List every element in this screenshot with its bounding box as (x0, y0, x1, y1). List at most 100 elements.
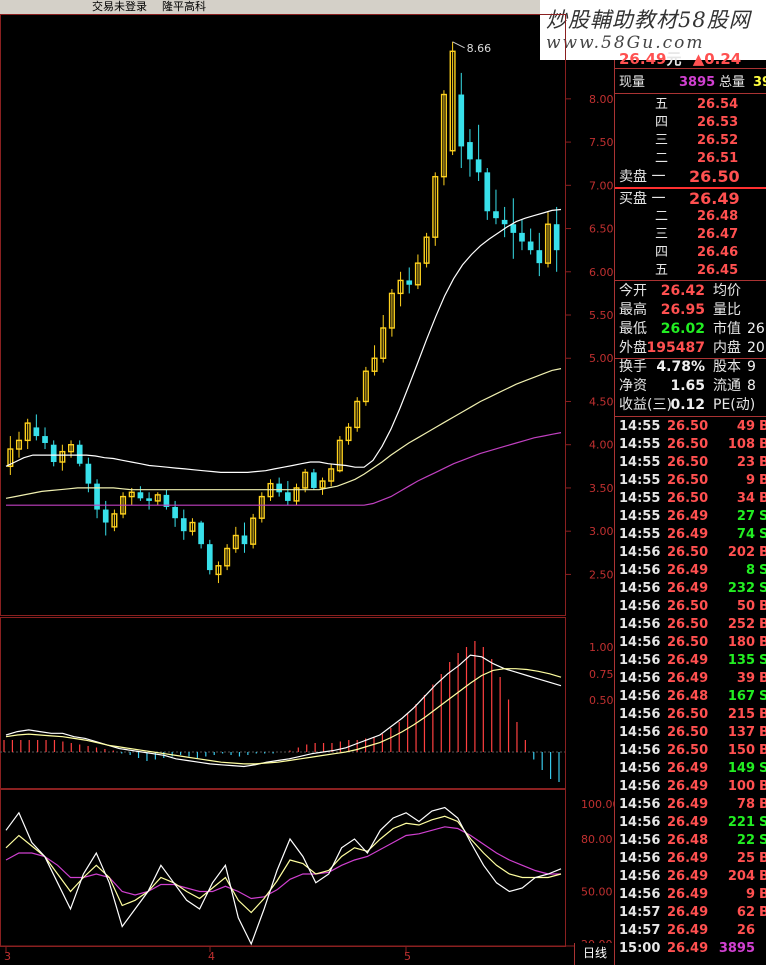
tick-time: 14:56 (619, 761, 661, 776)
tick-side: B (759, 635, 766, 650)
tick-side: B (759, 707, 766, 722)
tick-side: S (759, 581, 766, 596)
tick-price: 26.48 (667, 689, 709, 704)
tick-side: B (759, 743, 766, 758)
candle (258, 492, 265, 523)
tick-price: 26.49 (667, 581, 709, 596)
stat-value: 4.78% (656, 359, 705, 375)
macd-axis-label: 0.75 (589, 668, 614, 681)
candle (302, 468, 309, 493)
candle (319, 477, 326, 495)
order-price: 26.47 (697, 227, 739, 242)
tick-volume: 50 (736, 599, 755, 614)
stat-value: 26 (747, 321, 765, 337)
price-axis-label: 5.00 (589, 352, 614, 365)
tick-price: 26.49 (667, 815, 709, 830)
stat-label: 最高 (619, 302, 647, 318)
tick-time: 14:57 (619, 905, 661, 920)
tick-time: 14:55 (619, 509, 661, 524)
buy-order-row[interactable]: 四 26.46 (615, 244, 766, 262)
tick-row: 14:56 26.49 135 S (615, 652, 766, 670)
tick-time: 14:56 (619, 851, 661, 866)
tick-time: 14:55 (619, 491, 661, 506)
kdj-axis-label: 80.00 (581, 833, 613, 846)
tick-price: 26.49 (667, 887, 709, 902)
stat-label: 内盘 (713, 340, 741, 356)
sell-order-row[interactable]: 卖盘 一 26.50 (615, 168, 766, 186)
candle (362, 366, 369, 406)
stat-row: 最低 26.02 市值 26 (615, 320, 766, 338)
tick-price: 26.49 (667, 941, 709, 956)
order-label: 二 (655, 151, 669, 166)
candle (24, 418, 31, 450)
order-price: 26.48 (697, 209, 739, 224)
buy-order-row[interactable]: 二 26.48 (615, 208, 766, 226)
candle (484, 168, 491, 220)
tick-volume: 49 (736, 419, 755, 434)
divider (615, 68, 766, 69)
tick-row: 14:55 26.50 9 B (615, 472, 766, 490)
tick-time: 14:56 (619, 779, 661, 794)
candle (527, 228, 534, 255)
tick-price: 26.49 (667, 671, 709, 686)
tick-row: 14:56 26.49 149 S (615, 760, 766, 778)
volume-row: 现量 3895 总量 39 (619, 74, 766, 92)
price-axis-label: 3.50 (589, 482, 614, 495)
sell-order-row[interactable]: 五 26.54 (615, 96, 766, 114)
candle (388, 289, 395, 337)
divider (615, 280, 766, 281)
candle (85, 457, 92, 493)
tick-volume: 9 (745, 887, 755, 902)
tick-time: 14:56 (619, 617, 661, 632)
tick-price: 26.50 (667, 545, 709, 560)
login-status[interactable]: 交易未登录 (92, 0, 147, 14)
tick-side: B (759, 671, 766, 686)
tick-price: 26.49 (667, 905, 709, 920)
price-axis-label: 6.00 (589, 266, 614, 279)
tick-side: S (759, 815, 766, 830)
stat-label: 流通 (713, 378, 741, 394)
buy-order-row[interactable]: 买盘 一 26.49 (615, 190, 766, 208)
price-axis-label: 5.50 (589, 309, 614, 322)
tick-time: 14:56 (619, 869, 661, 884)
candle (33, 414, 40, 441)
tick-side: B (759, 905, 766, 920)
quote-panel: 26.49元 ▲0.24 0 现量 3895 总量 39 五 26.54 四 26.5… (614, 50, 766, 965)
sell-order-row[interactable]: 三 26.52 (615, 132, 766, 150)
candle (311, 468, 317, 490)
candle (154, 492, 161, 506)
tick-time: 14:57 (619, 923, 661, 938)
now-volume-value: 3895 (679, 75, 716, 90)
order-label: 五 (655, 97, 669, 112)
candle (224, 544, 231, 571)
candle (458, 72, 465, 169)
buy-order-row[interactable]: 五 26.45 (615, 262, 766, 280)
period-tab[interactable]: 日线 (574, 943, 615, 965)
sell-order-row[interactable]: 二 26.51 (615, 150, 766, 168)
tick-price: 26.49 (667, 797, 709, 812)
buy-order-row[interactable]: 三 26.47 (615, 226, 766, 244)
stat-label: 最低 (619, 321, 647, 337)
sell-order-row[interactable]: 四 26.53 (615, 114, 766, 132)
tick-price: 26.49 (667, 653, 709, 668)
stat-label: 净资 (619, 378, 647, 394)
tick-row: 14:56 26.50 150 B (615, 742, 766, 760)
candle (128, 487, 135, 506)
order-label: 卖盘 一 (619, 169, 666, 185)
tick-row: 14:56 26.49 25 B (615, 850, 766, 868)
tick-volume: 204 (727, 869, 755, 884)
candle (536, 232, 543, 277)
tick-volume: 149 (727, 761, 755, 776)
candle (544, 211, 552, 268)
order-label: 四 (655, 115, 669, 130)
candle (102, 500, 109, 536)
candle (336, 436, 343, 473)
price-axis-label: 4.00 (589, 439, 614, 452)
tick-row: 14:55 26.50 23 B (615, 454, 766, 472)
tick-volume: 3895 (718, 941, 755, 956)
kline-chart[interactable]: 8.00 7.50 7.00 6.50 6.00 5.50 5.00 4.50 4.00 3.50… (0, 14, 614, 965)
tick-volume: 27 (736, 509, 755, 524)
candle (7, 436, 14, 475)
tick-volume: 34 (736, 491, 755, 506)
stat-value: 195487 (646, 340, 705, 356)
